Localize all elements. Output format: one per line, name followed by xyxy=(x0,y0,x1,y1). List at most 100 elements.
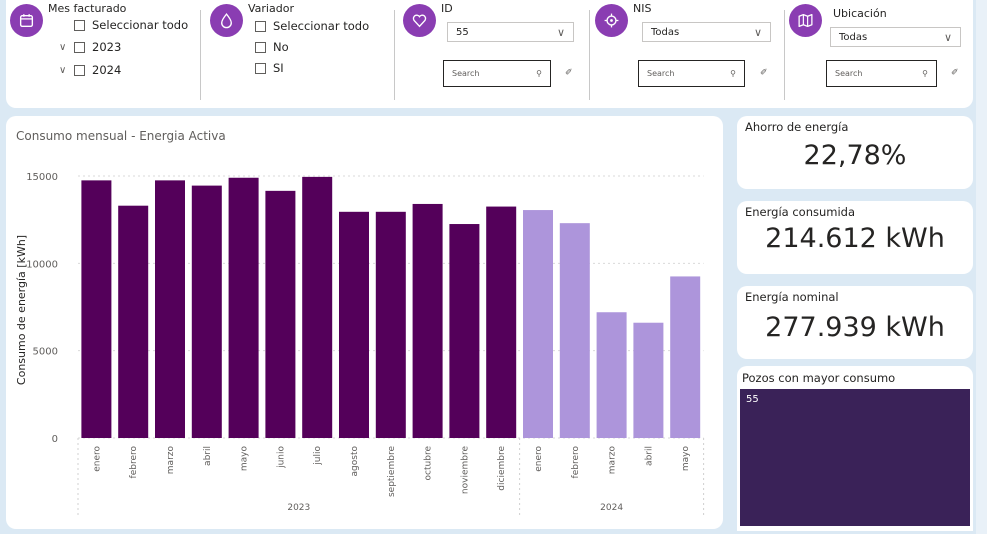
bar xyxy=(375,211,406,438)
id-search-input[interactable]: Search ⚲ xyxy=(443,60,551,87)
option-no[interactable]: No xyxy=(255,40,289,54)
ubicacion-search-input[interactable]: Search ⚲ xyxy=(826,60,937,87)
x-tick-label: mayo xyxy=(681,446,691,472)
search-icon: ⚲ xyxy=(730,69,736,78)
checkbox[interactable] xyxy=(255,62,266,74)
slicer-variador: Variador Seleccionar todo No SI xyxy=(210,0,390,100)
slicer-id: ID 55 ∨ Search ⚲ ✐ xyxy=(403,0,583,100)
option-si[interactable]: SI xyxy=(255,61,284,75)
x-tick-label: abril xyxy=(203,446,213,466)
y-tick-label: 5000 xyxy=(33,347,58,358)
nis-dropdown[interactable]: Todas ∨ xyxy=(642,22,771,42)
kpi-card-consumida: Energía consumida 214.612 kWh xyxy=(737,201,973,274)
bar xyxy=(228,177,259,438)
dropdown-value: Todas xyxy=(839,31,868,43)
checkbox[interactable] xyxy=(255,20,266,32)
chart-panel: Consumo mensual - Energia Activa 0 5000 10… xyxy=(6,116,723,529)
y-tick-label: 15000 xyxy=(26,172,58,183)
y-tick-label: 10000 xyxy=(26,259,58,270)
eraser-icon[interactable]: ✐ xyxy=(760,68,768,78)
y-tick-label: 0 xyxy=(52,434,58,445)
bar xyxy=(486,206,517,438)
bar xyxy=(265,190,296,438)
eraser-icon[interactable]: ✐ xyxy=(951,68,959,78)
x-tick-label: agosto xyxy=(350,446,360,477)
checkbox[interactable] xyxy=(255,41,266,53)
kpi-value: 22,78% xyxy=(803,140,907,171)
checkbox[interactable] xyxy=(74,64,85,76)
x-tick-label: noviembre xyxy=(460,446,470,495)
checkbox[interactable] xyxy=(74,41,85,53)
search-placeholder: Search xyxy=(452,69,480,78)
option-label: No xyxy=(273,40,289,54)
dropdown-value: Todas xyxy=(651,26,680,38)
option-2024[interactable]: ∨ 2024 xyxy=(59,63,121,77)
option-select-all[interactable]: Seleccionar todo xyxy=(74,18,188,32)
page-scroll-strip xyxy=(976,0,987,534)
bar xyxy=(155,180,185,438)
ubicacion-dropdown[interactable]: Todas ∨ xyxy=(830,27,961,47)
x-tick-label: febrero xyxy=(129,446,139,479)
y-axis-title: Consumo de energía [kWh] xyxy=(15,235,28,385)
kpi-card-nominal: Energía nominal 277.939 kWh xyxy=(737,286,973,359)
option-select-all[interactable]: Seleccionar todo xyxy=(255,19,369,33)
heart-icon xyxy=(403,4,436,37)
search-placeholder: Search xyxy=(835,69,863,78)
slicer-title: Ubicación xyxy=(833,7,887,20)
kpi-label: Energía nominal xyxy=(745,290,839,304)
treemap-panel: Pozos con mayor consumo 55 xyxy=(737,366,973,531)
slicer-title: Variador xyxy=(248,2,294,15)
bar xyxy=(523,210,553,438)
chevron-down-icon[interactable]: ∨ xyxy=(59,65,74,76)
x-tick-label: julio xyxy=(313,446,323,466)
chevron-down-icon: ∨ xyxy=(943,30,952,44)
bar-chart: 0 5000 10000 15000 Consumo de energía [kWh] e… xyxy=(15,172,705,518)
nis-search-input[interactable]: Search ⚲ xyxy=(638,60,745,87)
x-tick-label: octubre xyxy=(424,446,434,481)
divider xyxy=(589,10,590,100)
x-tick-label: enero xyxy=(534,446,544,472)
bar xyxy=(339,211,369,438)
option-label: 2024 xyxy=(92,63,122,77)
x-tick-label: diciembre xyxy=(497,446,507,491)
option-label: SI xyxy=(273,61,284,75)
bar xyxy=(633,322,664,438)
divider xyxy=(200,10,201,100)
group-label: 2024 xyxy=(600,503,623,513)
chevron-down-icon[interactable]: ∨ xyxy=(59,42,74,53)
slicer-ubicacion: Ubicación Todas ∨ Search ⚲ ✐ xyxy=(789,0,969,100)
divider xyxy=(394,10,395,100)
kpi-card-ahorro: Ahorro de energía 22,78% xyxy=(737,116,973,189)
bar xyxy=(81,180,112,438)
x-tick-label: marzo xyxy=(166,446,176,475)
slicer-title: ID xyxy=(441,2,453,15)
kpi-label: Energía consumida xyxy=(745,205,856,219)
bar xyxy=(118,205,149,438)
bar xyxy=(302,176,333,438)
option-2023[interactable]: ∨ 2023 xyxy=(59,40,121,54)
slicer-title: NIS xyxy=(633,2,652,15)
option-label: Seleccionar todo xyxy=(92,18,189,32)
chevron-down-icon: ∨ xyxy=(753,25,762,39)
divider xyxy=(784,10,785,100)
search-icon: ⚲ xyxy=(922,69,928,78)
eraser-icon[interactable]: ✐ xyxy=(565,68,573,78)
target-icon xyxy=(595,4,628,37)
treemap-cell-label: 55 xyxy=(746,394,759,405)
search-icon: ⚲ xyxy=(536,69,542,78)
bar xyxy=(596,312,627,438)
map-icon xyxy=(789,4,822,37)
x-tick-label: junio xyxy=(276,446,286,469)
id-dropdown[interactable]: 55 ∨ xyxy=(447,22,574,42)
option-label: Seleccionar todo xyxy=(273,19,370,33)
x-tick-label: febrero xyxy=(571,446,581,479)
kpi-label: Ahorro de energía xyxy=(745,120,849,134)
checkbox[interactable] xyxy=(74,19,85,31)
calendar-icon xyxy=(10,4,43,37)
bar xyxy=(412,203,443,438)
treemap-title: Pozos con mayor consumo xyxy=(742,371,896,385)
treemap-cell[interactable]: 55 xyxy=(740,389,970,526)
x-tick-label: mayo xyxy=(240,446,250,472)
bar xyxy=(191,185,222,438)
drop-icon xyxy=(210,4,243,37)
